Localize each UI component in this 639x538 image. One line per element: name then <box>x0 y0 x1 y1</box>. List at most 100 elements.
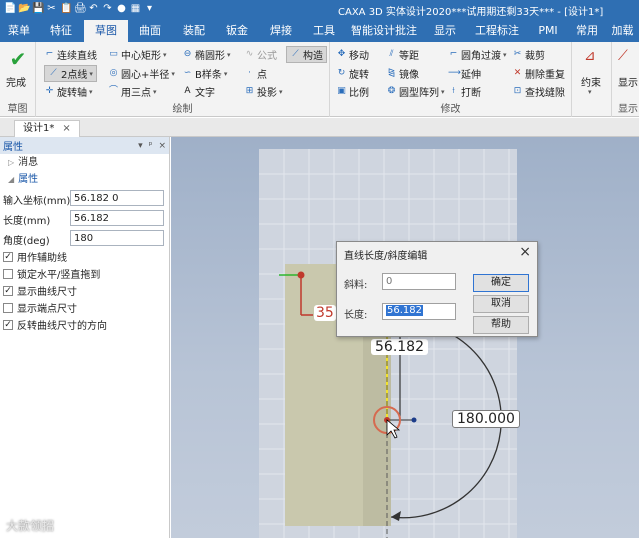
rotate-button[interactable]: ↻ 旋转 <box>336 66 369 81</box>
construction-toggle[interactable]: ⟋ 构造 <box>286 46 327 63</box>
bspline-button[interactable]: ∽ B样条 ▾ <box>182 66 228 81</box>
dialog-close-icon[interactable]: × <box>519 244 531 260</box>
lock-drag-checkbox[interactable]: 锁定水平/竖直拖到 <box>0 265 169 282</box>
scale-button[interactable]: ▣ 比例 <box>336 84 369 99</box>
dialog-length-input[interactable]: 56.182 <box>382 303 456 320</box>
tab-load[interactable]: 加载 <box>606 20 639 42</box>
ok-button[interactable]: 确定 <box>473 274 529 292</box>
projection-button[interactable]: ⊞ 投影 ▾ <box>244 84 283 99</box>
display-button[interactable]: 显示 <box>618 74 638 89</box>
tab-smart-annotation[interactable]: 智能设计批注 <box>344 20 424 42</box>
tab-pmi[interactable]: PMI <box>528 20 568 42</box>
delete-duplicates-button[interactable]: ✕ 删除重复 <box>512 66 565 81</box>
break-icon: ⟊ <box>452 86 455 96</box>
center-rectangle-button[interactable]: ▭ 中心矩形 ▾ <box>108 47 166 62</box>
tab-sketch[interactable]: 草图 <box>84 20 128 42</box>
auxiliary-line-checkbox[interactable]: ✓ 用作辅助线 <box>0 248 169 265</box>
tab-welding[interactable]: 焊接 <box>258 20 304 42</box>
help-button[interactable]: 帮助 <box>473 316 529 334</box>
view-icon[interactable]: ▦ <box>130 3 141 14</box>
new-file-icon[interactable]: 📄 <box>4 3 16 14</box>
display-icon[interactable]: ⟋ <box>618 48 628 64</box>
length-dimension-label[interactable]: 56.182 <box>371 339 428 355</box>
cut-icon[interactable]: ✂ <box>46 3 57 14</box>
tab-common[interactable]: 常用 <box>568 20 606 42</box>
collapse-arrow-icon: ◢ <box>8 175 15 184</box>
constraint-icon[interactable]: ⊿ <box>584 48 596 64</box>
three-point-arc-button[interactable]: ⌒ 用三点 ▾ <box>108 84 157 99</box>
constraint-group: ⊿ 约束 ▾ <box>572 42 612 117</box>
dropdown-caret-icon[interactable]: ▾ <box>588 88 592 96</box>
fillet-button[interactable]: ⌐ 圆角过渡 ▾ <box>448 47 507 62</box>
panel-menu-icon[interactable]: ▾ <box>138 141 143 151</box>
tab-assembly[interactable]: 装配 <box>172 20 216 42</box>
origin-point[interactable] <box>297 271 305 279</box>
ellipse-label: 椭圆形 <box>195 51 225 62</box>
design-viewport[interactable]: 35 56.182 180.000 直线长度/斜度编辑 × 斜料: 长度: 56… <box>171 137 639 538</box>
reverse-dimension-direction-checkbox[interactable]: ✓ 反转曲线尺寸的方向 <box>0 316 169 333</box>
polyline-button[interactable]: ⌐ 连续直线 <box>44 47 97 62</box>
center-radius-label: 圆心+半径 <box>121 70 170 81</box>
length-input[interactable] <box>70 210 164 226</box>
message-section[interactable]: ▷ 消息 <box>0 154 169 171</box>
print-icon[interactable]: 🖨 <box>74 3 87 14</box>
tab-features[interactable]: 特征 <box>38 20 84 42</box>
close-tab-icon[interactable]: × <box>62 123 70 134</box>
two-point-line-button[interactable]: ⟋ 2点线 ▾ <box>44 65 97 82</box>
tab-engineering-annotation[interactable]: 工程标注 <box>466 20 528 42</box>
tab-tools[interactable]: 工具 <box>304 20 344 42</box>
tab-display[interactable]: 显示 <box>424 20 466 42</box>
circular-array-button[interactable]: ❂ 圆型阵列 ▾ <box>386 84 445 99</box>
properties-section[interactable]: ◢ 属性 <box>0 171 169 188</box>
angle-input[interactable] <box>70 230 164 246</box>
finish-check-icon[interactable]: ✔ <box>8 48 28 70</box>
tab-menu[interactable]: 菜单 <box>0 20 38 42</box>
undo-icon[interactable]: ↶ <box>88 3 99 14</box>
trim-button[interactable]: ✂ 裁剪 <box>512 47 545 62</box>
finish-button[interactable]: 完成 <box>6 74 26 89</box>
center-radius-circle-button[interactable]: ◎ 圆心+半径 ▾ <box>108 66 175 81</box>
extend-button[interactable]: ⟶ 延伸 <box>448 66 481 81</box>
mirror-button[interactable]: ⧎ 镜像 <box>386 66 419 81</box>
move-button[interactable]: ✥ 移动 <box>336 47 369 62</box>
tab-surface[interactable]: 曲面 <box>128 20 172 42</box>
paste-icon[interactable]: 📋 <box>60 3 72 14</box>
open-file-icon[interactable]: 📂 <box>18 3 30 14</box>
ellipse-icon: ⊖ <box>183 49 192 59</box>
slope-input[interactable] <box>382 273 456 290</box>
offset-button[interactable]: ⫽ 等距 <box>386 47 419 62</box>
find-gaps-button[interactable]: ⊡ 查找缝隙 <box>512 84 565 99</box>
checkbox-unchecked[interactable] <box>3 268 13 279</box>
point-button[interactable]: · 点 <box>244 66 267 81</box>
customize-dropdown-icon[interactable]: ▾ <box>144 3 155 14</box>
ellipse-button[interactable]: ⊖ 椭圆形 ▾ <box>182 47 231 62</box>
checkbox-checked[interactable]: ✓ <box>3 319 13 330</box>
close-panel-icon[interactable]: × <box>158 141 166 151</box>
show-endpoint-dimension-checkbox[interactable]: 显示端点尺寸 <box>0 299 169 316</box>
checkbox-checked[interactable]: ✓ <box>3 251 13 262</box>
dimension-35[interactable]: 35 <box>314 305 336 321</box>
redo-icon[interactable]: ↷ <box>102 3 113 14</box>
cancel-button[interactable]: 取消 <box>473 295 529 313</box>
text-button[interactable]: A 文字 <box>182 84 215 99</box>
drag-handle-point[interactable] <box>411 417 417 423</box>
tab-sheet-metal[interactable]: 钣金 <box>216 20 258 42</box>
render-icon[interactable]: ● <box>116 3 127 14</box>
fillet-icon: ⌐ <box>449 49 458 59</box>
rotate-icon: ↻ <box>337 68 346 78</box>
rotation-axis-button[interactable]: ✛ 旋转轴 ▾ <box>44 84 93 99</box>
pin-icon[interactable]: ᵖ <box>149 141 153 151</box>
document-tab[interactable]: 设计1* × <box>14 120 80 137</box>
save-icon[interactable]: 💾 <box>32 3 44 14</box>
break-button[interactable]: ⟊ 打断 <box>448 84 481 99</box>
show-curve-dimension-checkbox[interactable]: ✓ 显示曲线尺寸 <box>0 282 169 299</box>
polyline-label: 连续直线 <box>57 51 97 62</box>
coordinate-input[interactable] <box>70 190 164 206</box>
constraint-button[interactable]: 约束 <box>581 74 601 89</box>
formula-button[interactable]: ∿ 公式 <box>244 47 277 62</box>
title-bar: 📄 📂 💾 ✂ 📋 🖨 ↶ ↷ ● ▦ ▾ CAXA 3D 实体设计2020**… <box>0 0 639 20</box>
angle-dimension-label[interactable]: 180.000 <box>452 410 520 428</box>
checkbox-checked[interactable]: ✓ <box>3 285 13 296</box>
dropdown-caret-icon: ▾ <box>171 69 175 78</box>
checkbox-unchecked[interactable] <box>3 302 13 313</box>
